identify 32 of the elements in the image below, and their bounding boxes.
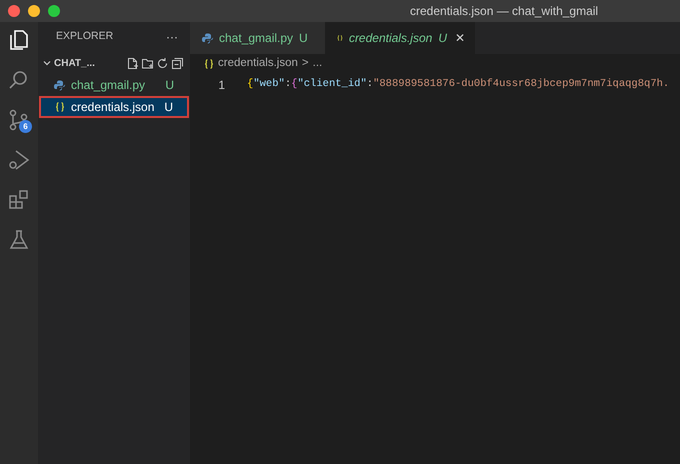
collapse-all-icon[interactable] xyxy=(171,56,184,70)
braces-icon xyxy=(204,59,214,69)
code-line: {"web":{"client_id":"888989581876-du0bf4ussr68jbcep9m7nm7iqaqg8q7h. xyxy=(247,77,670,92)
file-item[interactable]: credentials.json U xyxy=(39,96,189,118)
line-number: 1 xyxy=(217,77,225,94)
braces-icon xyxy=(337,33,343,43)
explorer-title: EXPLORER xyxy=(56,29,114,44)
files-icon[interactable] xyxy=(7,28,31,52)
braces-icon xyxy=(55,102,65,112)
window-title: credentials.json — chat_with_gmail xyxy=(410,3,598,20)
file-item[interactable]: chat_gmail.py U xyxy=(38,74,190,96)
breadcrumb-item[interactable]: credentials.json xyxy=(218,55,298,73)
run-debug-icon[interactable] xyxy=(7,148,31,172)
extensions-icon[interactable] xyxy=(7,188,31,212)
count-badge: 6 xyxy=(19,120,32,133)
editor-tab[interactable]: credentials.json U ✕ xyxy=(325,22,475,54)
close-window-icon[interactable] xyxy=(8,5,20,17)
chevron-icon[interactable] xyxy=(42,58,52,68)
refresh-icon[interactable] xyxy=(156,56,169,70)
breadcrumb-item[interactable]: ... xyxy=(312,55,322,73)
new-file-icon[interactable] xyxy=(126,56,139,70)
flask-icon[interactable] xyxy=(7,228,31,252)
python-file-icon xyxy=(54,80,65,90)
breadcrumb-separator: > xyxy=(302,56,309,72)
zoom-window-icon[interactable] xyxy=(48,5,60,17)
folder-name[interactable]: CHAT_... xyxy=(54,56,95,70)
python-file-icon xyxy=(202,32,213,44)
editor-tab[interactable]: chat_gmail.py U xyxy=(190,22,325,54)
close-tab-icon[interactable]: ✕ xyxy=(455,29,465,47)
more-actions-icon[interactable]: ··· xyxy=(166,28,178,46)
new-folder-icon[interactable] xyxy=(141,56,154,70)
minimize-window-icon[interactable] xyxy=(28,5,40,17)
